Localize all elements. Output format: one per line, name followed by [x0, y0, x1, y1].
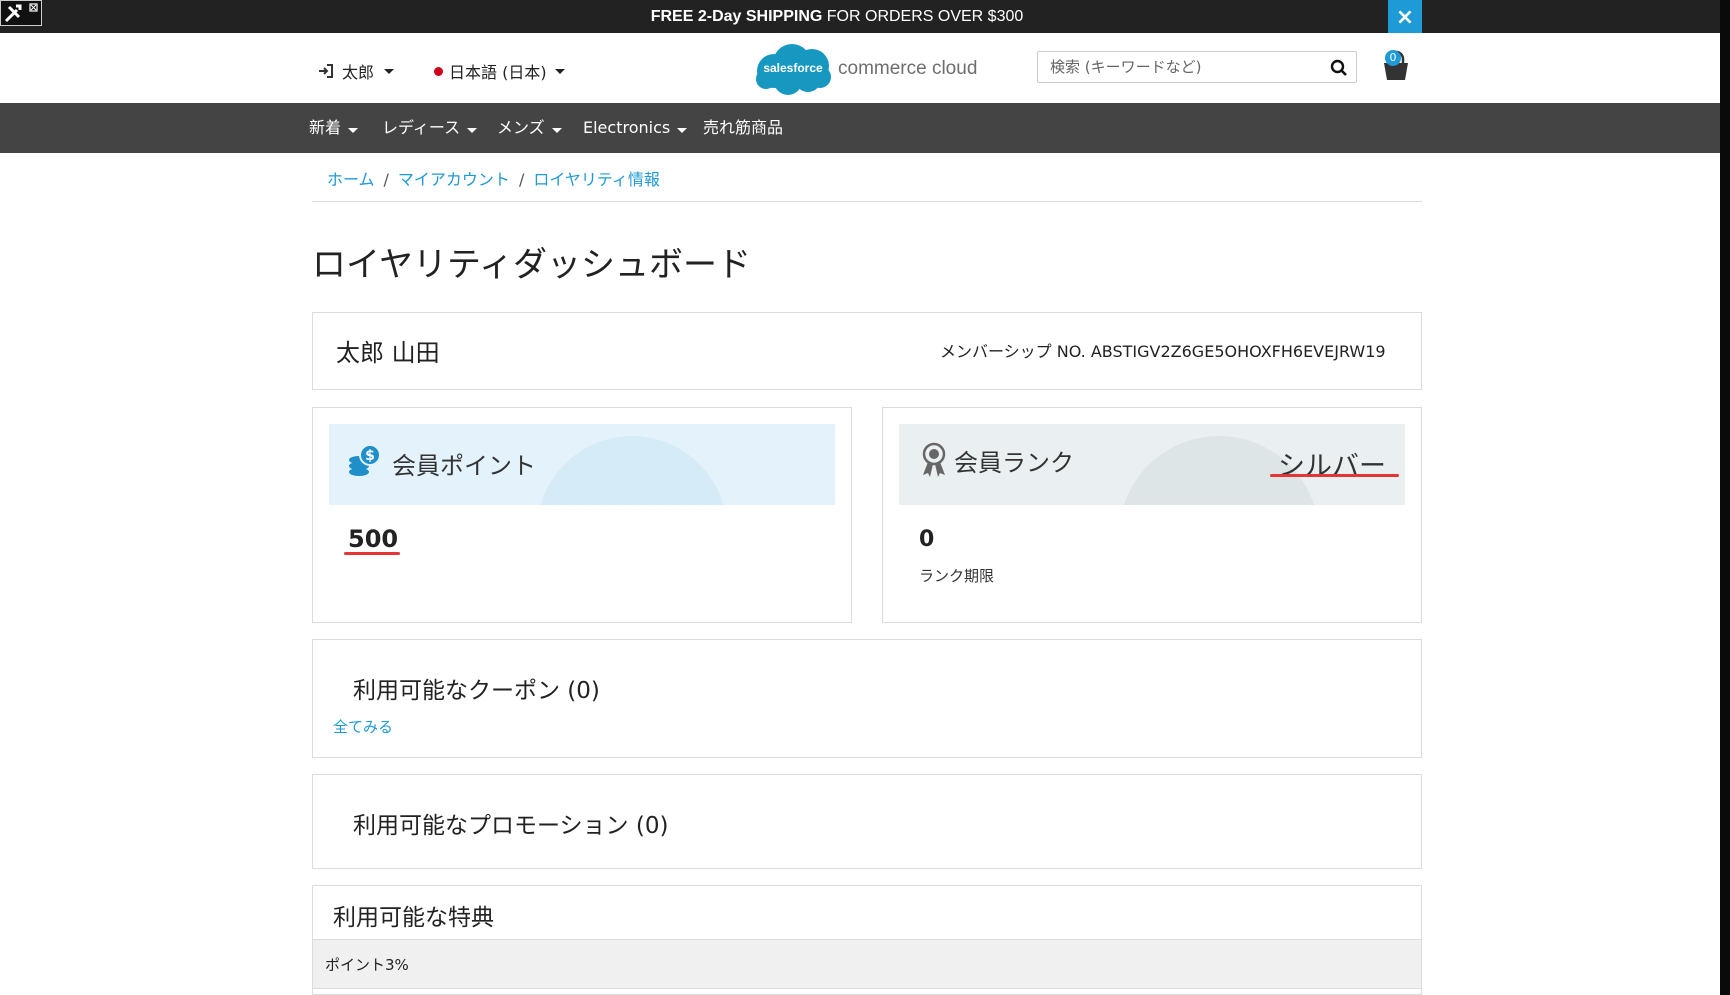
breadcrumb-my-account[interactable]: マイアカウント: [398, 170, 510, 189]
divider: [312, 201, 1422, 202]
promotions-title: 利用可能なプロモーション (0): [353, 813, 669, 839]
banner-decoration: [537, 436, 727, 505]
chevron-down-icon: [677, 128, 688, 133]
nav-item-mens[interactable]: メンズ: [497, 103, 562, 153]
nav-item-womens[interactable]: レディース: [382, 103, 478, 153]
coins-icon: $: [349, 444, 381, 476]
chevron-down-icon: [551, 128, 562, 133]
close-icon[interactable]: ×: [1388, 0, 1422, 33]
promo-text-bold: FREE 2-Day SHIPPING: [650, 8, 823, 25]
chevron-down-icon: [384, 68, 395, 74]
nav-label: 売れ筋商品: [703, 118, 784, 137]
chevron-down-icon: [554, 68, 565, 74]
flag-icon: [434, 66, 443, 76]
points-underline: [344, 552, 400, 555]
chevron-down-icon: [467, 128, 478, 133]
nav-label: レディース: [382, 118, 461, 137]
nav-item-new[interactable]: 新着: [309, 103, 359, 153]
nav-label: Electronics: [583, 118, 671, 137]
breadcrumb-home[interactable]: ホーム: [327, 170, 375, 189]
sign-in-icon: [319, 64, 333, 78]
search-input[interactable]: [1038, 52, 1342, 82]
breadcrumb-separator: /: [383, 170, 389, 189]
breadcrumb-loyalty[interactable]: ロイヤリティ情報: [533, 170, 660, 189]
page-title: ロイヤリティダッシュボード: [312, 245, 751, 285]
rank-expiry-label: ランク期限: [919, 567, 995, 585]
salesforce-cloud-logo: salesforce: [752, 41, 834, 97]
logo-badge-text: salesforce: [763, 61, 823, 75]
benefit-row: [313, 939, 1421, 989]
rank-value: シルバー: [1278, 451, 1386, 482]
site-logo[interactable]: salesforce commerce cloud: [752, 41, 982, 97]
chevron-down-icon: [348, 128, 359, 133]
main-nav: [0, 103, 1720, 153]
promo-text: FREE 2-Day SHIPPING FOR ORDERS OVER $300: [0, 0, 1674, 33]
benefits-title: 利用可能な特典: [333, 905, 494, 931]
breadcrumb: ホーム / マイアカウント / ロイヤリティ情報: [327, 166, 660, 189]
language-selector[interactable]: 日本語 (日本): [434, 58, 565, 84]
promo-text-rest: FOR ORDERS OVER $300: [822, 8, 1024, 25]
nav-label: 新着: [309, 118, 342, 137]
search-icon[interactable]: [1330, 59, 1348, 77]
nav-item-top-sellers[interactable]: 売れ筋商品: [703, 103, 783, 153]
nav-item-electronics[interactable]: Electronics: [583, 103, 688, 153]
member-name: 太郎 山田: [336, 339, 440, 367]
nav-label: メンズ: [497, 118, 545, 137]
rank-number: 0: [919, 527, 935, 552]
window-edge: [1720, 0, 1730, 995]
benefit-item: ポイント3%: [325, 956, 409, 974]
svg-text:$: $: [365, 448, 375, 464]
award-icon: [922, 442, 946, 477]
coupons-title: 利用可能なクーポン (0): [353, 678, 600, 704]
search-box: [1037, 51, 1357, 83]
breadcrumb-separator: /: [518, 170, 525, 189]
logo-text: commerce cloud: [838, 58, 978, 79]
points-label: 会員ポイント: [392, 452, 536, 480]
account-name: 太郎: [342, 63, 375, 82]
account-menu[interactable]: 太郎: [318, 58, 395, 84]
rank-underline: [1270, 474, 1399, 477]
language-label: 日本語 (日本): [449, 63, 547, 82]
rank-label: 会員ランク: [954, 449, 1074, 477]
view-all-coupons-link[interactable]: 全てみる: [333, 716, 393, 737]
cart-count-badge: 0: [1385, 50, 1401, 66]
membership-number: メンバーシップ NO. ABSTIGV2Z6GE5OHOXFH6EVEJRW19: [940, 342, 1386, 361]
points-value: 500: [348, 525, 399, 553]
